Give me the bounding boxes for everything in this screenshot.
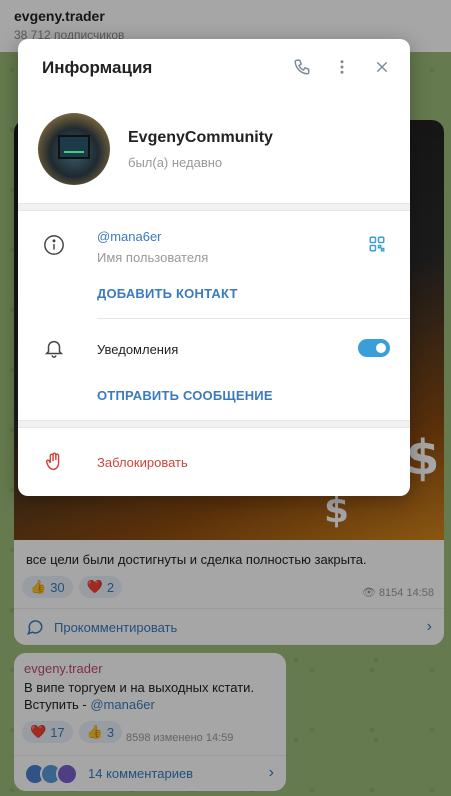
toggle-knob [374,341,388,355]
section-separator [18,203,410,211]
hand-block-icon [42,450,66,474]
notifications-label: Уведомления [97,342,179,357]
username-value[interactable]: @mana6er [97,229,162,244]
profile-name: EvgenyCommunity [128,129,273,146]
dialog-title: Информация [42,58,153,77]
profile-section: EvgenyCommunity был(а) недавно [18,95,410,203]
bell-icon [42,336,66,360]
dialog-header: Информация [18,39,410,95]
username-label: Имя пользователя [97,250,209,265]
qr-code-icon[interactable] [368,235,386,253]
send-message-button[interactable]: ОТПРАВИТЬ СООБЩЕНИЕ [97,388,273,403]
laptop-chart-icon [58,135,90,159]
profile-status: был(а) недавно [128,155,223,170]
add-contact-button[interactable]: ДОБАВИТЬ КОНТАКТ [97,286,238,301]
more-vertical-icon[interactable] [332,57,352,77]
close-icon[interactable] [372,57,392,77]
info-dialog: Информация EvgenyCommunity был(а) недавн… [18,39,410,496]
avatar[interactable] [38,113,110,185]
notifications-toggle[interactable] [358,339,390,357]
section-separator [18,420,410,428]
block-user-button[interactable]: Заблокировать [97,455,188,470]
phone-icon[interactable] [292,57,312,77]
info-icon [42,233,66,257]
divider [97,318,410,319]
